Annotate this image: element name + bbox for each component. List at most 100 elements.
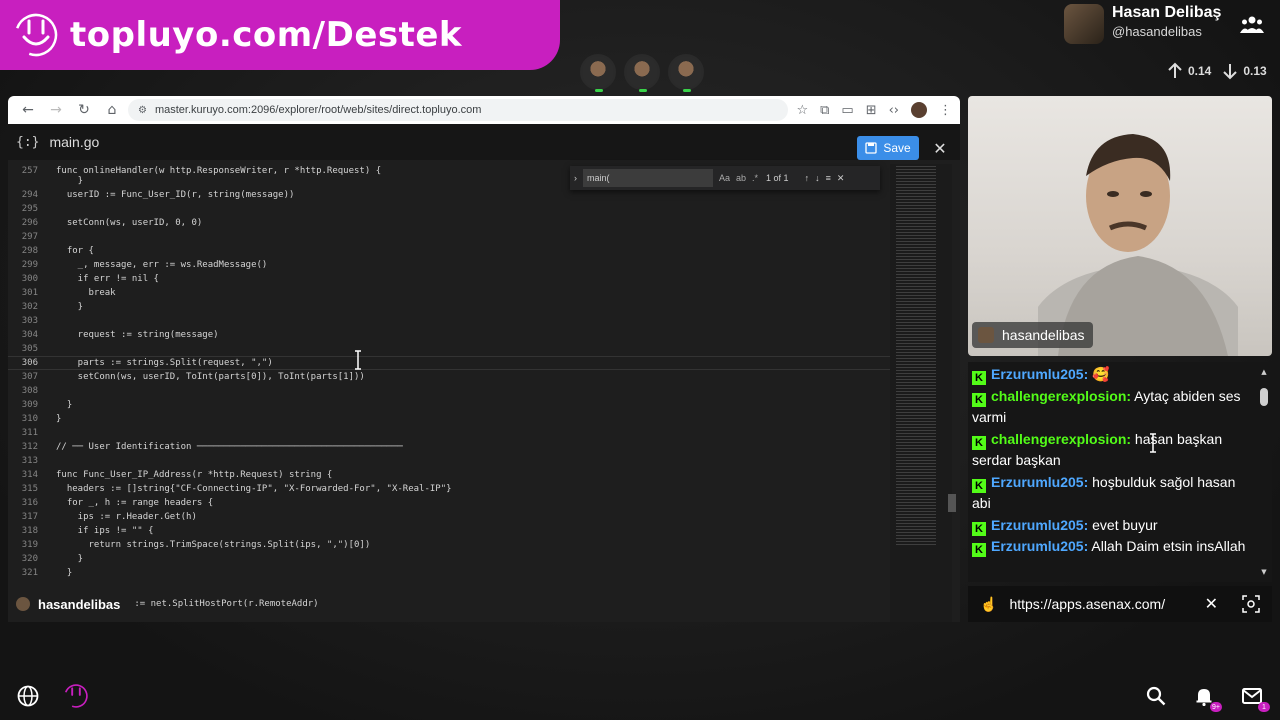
chat-username[interactable]: Erzurumlu205: [991, 517, 1088, 533]
chat-text: Allah Daim etsin insAllah [1088, 538, 1246, 554]
find-input[interactable]: main( [583, 169, 713, 187]
arrow-up-icon[interactable]: ↑ [805, 173, 810, 184]
chat-username[interactable]: Erzurumlu205: [991, 538, 1088, 554]
reload-icon[interactable]: ↻ [72, 98, 96, 122]
code-line[interactable]: 308 [8, 384, 890, 398]
code-line[interactable]: 302 } [8, 300, 890, 314]
code-text: setConn(ws, userID, 0, 0) [56, 218, 203, 228]
chat-username[interactable]: Erzurumlu205: [991, 474, 1088, 490]
back-icon[interactable]: ← [16, 98, 40, 122]
arrow-up-icon [1168, 62, 1182, 78]
regex-toggle[interactable]: .* [752, 173, 758, 183]
code-line[interactable]: 316 for _, h := range headers { [8, 496, 890, 510]
focus-icon[interactable] [1242, 595, 1260, 613]
scroll-up-icon[interactable]: ▲ [1260, 368, 1268, 376]
site-info-icon[interactable]: ⚙ [138, 105, 147, 116]
streamer-profile[interactable]: Hasan Delibaş @hasandelibas [1064, 4, 1221, 44]
avatar[interactable] [911, 102, 927, 118]
hand-icon[interactable]: ☝ [980, 596, 997, 613]
viewer-avatar[interactable] [580, 54, 616, 92]
line-number: 318 [21, 526, 38, 536]
code-line[interactable]: 301 break [8, 286, 890, 300]
code-line[interactable]: 312 // ── User Identification ───────────… [8, 440, 890, 454]
code-line[interactable]: 296 setConn(ws, userID, 0, 0) [8, 216, 890, 230]
chat-username[interactable]: challengerexplosion: [991, 388, 1131, 404]
app-url[interactable]: https://apps.asenax.com/ [1009, 596, 1204, 612]
chat-message: Kchallengerexplosion: Aytaç abiden ses v… [972, 386, 1256, 429]
line-number: 314 [21, 470, 38, 480]
scroll-down-icon[interactable]: ▼ [1260, 568, 1268, 576]
match-word-toggle[interactable]: ab [736, 173, 746, 183]
search-icon[interactable] [1144, 684, 1168, 708]
cast-icon[interactable]: ▭ [841, 103, 853, 118]
code-line[interactable]: 295 [8, 202, 890, 216]
address-bar[interactable]: ⚙ master.kuruyo.com:2096/explorer/root/w… [128, 99, 789, 121]
code-line[interactable]: 298 for { [8, 244, 890, 258]
chat-username[interactable]: Erzurumlu205: [991, 366, 1088, 382]
chat-scrollbar[interactable]: ▲ ▼ [1260, 368, 1268, 576]
avatar [16, 597, 30, 611]
devtools-icon[interactable]: ‹› [889, 103, 899, 118]
star-icon[interactable]: ☆ [796, 103, 808, 118]
code-line[interactable]: 297 [8, 230, 890, 244]
code-line[interactable]: 315 headers := []string{"CF-Connecting-I… [8, 482, 890, 496]
minimap[interactable] [890, 164, 952, 622]
save-button[interactable]: Save [857, 136, 919, 160]
apps-icon[interactable]: ⊞ [866, 103, 877, 118]
code-line[interactable]: 305 [8, 342, 890, 356]
close-icon[interactable]: ✕ [837, 173, 845, 184]
code-line[interactable]: 313 [8, 454, 890, 468]
extensions-icon[interactable]: ⧉ [820, 103, 829, 118]
bell-icon[interactable]: 9+ [1192, 684, 1222, 712]
code-line[interactable]: 307 setConn(ws, userID, ToInt(parts[0]),… [8, 370, 890, 384]
globe-icon[interactable] [16, 684, 40, 708]
code-line[interactable]: 311 [8, 426, 890, 440]
code-fragment: := net.SplitHostPort(r.RemoteAddr) [134, 599, 319, 609]
mail-icon[interactable]: 1 [1240, 684, 1270, 712]
code-line[interactable]: 300 if err != nil { [8, 272, 890, 286]
code-editor[interactable]: 257 func onlineHandler(w http.ResponseWri… [8, 164, 890, 602]
code-line[interactable]: 309 } [8, 398, 890, 412]
code-line[interactable]: 299 _, message, err := ws.ReadMessage() [8, 258, 890, 272]
menu-icon[interactable]: ⋮ [939, 103, 952, 118]
code-line[interactable]: 310} [8, 412, 890, 426]
code-text: for _, h := range headers { [56, 498, 214, 508]
code-line[interactable]: 314 func Func_User_IP_Address(r *http.Req… [8, 468, 890, 482]
app-url-bar: ☝ https://apps.asenax.com/ ✕ [968, 586, 1272, 622]
line-number: 321 [21, 568, 38, 578]
editor-scrollbar[interactable] [948, 494, 956, 512]
code-line[interactable]: 304 request := string(message) [8, 328, 890, 342]
chat-message: K Erzurumlu205: Allah Daim etsin insAllah [972, 536, 1256, 558]
code-line[interactable]: 303 [8, 314, 890, 328]
notification-badge: 9+ [1210, 702, 1222, 712]
code-text: } [56, 414, 62, 424]
line-number: 309 [21, 400, 38, 410]
code-line[interactable]: 320 } [8, 552, 890, 566]
viewer-avatar[interactable] [668, 54, 704, 92]
code-line[interactable]: 306 parts := strings.Split(request, ",") [8, 356, 890, 370]
code-line[interactable]: 318 if ips != "" { [8, 524, 890, 538]
chat-message: K Erzurumlu205: evet buyur [972, 515, 1256, 537]
code-line[interactable]: 317 ips := r.Header.Get(h) [8, 510, 890, 524]
profile-handle: @hasandelibas [1112, 24, 1202, 39]
close-icon[interactable]: ✕ [1205, 594, 1218, 614]
topluyo-logo-icon[interactable] [64, 684, 88, 708]
viewer-avatar[interactable] [624, 54, 660, 92]
forward-icon[interactable]: → [44, 98, 68, 122]
code-line[interactable]: 321 } [8, 566, 890, 580]
people-icon[interactable] [1240, 14, 1264, 34]
code-text: } [56, 554, 84, 564]
close-icon[interactable]: ✕ [930, 136, 950, 160]
line-number: 301 [21, 288, 38, 298]
scroll-thumb[interactable] [1260, 388, 1268, 406]
code-line[interactable]: 319 return strings.TrimSpace(strings.Spl… [8, 538, 890, 552]
arrow-down-icon[interactable]: ↓ [815, 173, 820, 184]
chat-username[interactable]: challengerexplosion: [991, 431, 1131, 447]
chevron-right-icon[interactable]: › [574, 173, 577, 183]
home-icon[interactable]: ⌂ [100, 98, 124, 122]
avatar [1064, 4, 1104, 44]
code-line[interactable]: 294 userID := Func_User_ID(r, string(mes… [8, 188, 890, 202]
line-number: 300 [21, 274, 38, 284]
selection-icon[interactable]: ≡ [826, 173, 831, 184]
match-case-toggle[interactable]: Aa [719, 173, 730, 183]
